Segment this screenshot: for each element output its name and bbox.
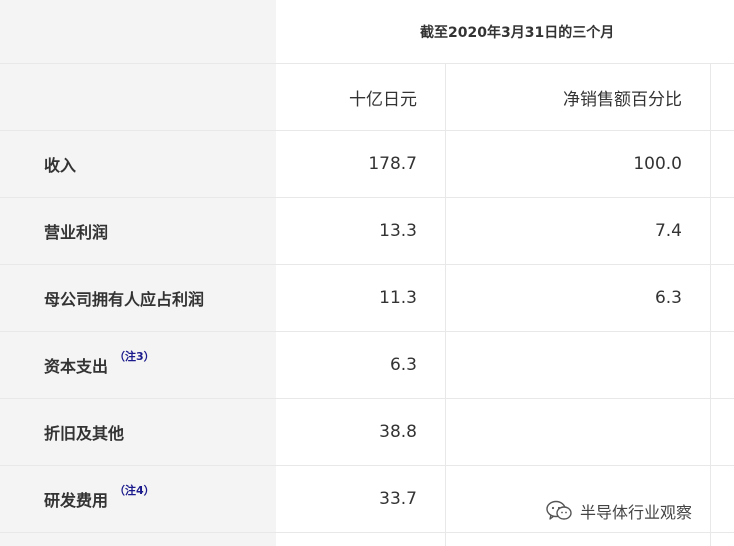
row-extra-cell (711, 131, 734, 197)
table-row: 母公司拥有人应占利润 11.3 6.3 (0, 265, 734, 332)
row-label-text: 研发费用 (44, 491, 109, 510)
row-pct-value (446, 332, 711, 398)
row-pct-value: 6.3 (446, 265, 711, 331)
financial-table: 截至2020年3月31日的三个月 十亿日元 净销售额百分比 收入 178.7 1… (0, 0, 734, 546)
footnote-link[interactable]: （注4） (114, 482, 155, 498)
table-header-units-row: 十亿日元 净销售额百分比 (0, 64, 734, 131)
row-pct-value: 100.0 (446, 131, 711, 197)
header-units-empty-cell (0, 64, 276, 130)
row-label: 收入 (0, 131, 276, 197)
row-extra-cell (711, 332, 734, 398)
row-yen-partial (276, 533, 446, 546)
footnote-link[interactable]: （注3） (114, 348, 155, 364)
table-row: 收入 178.7 100.0 (0, 131, 734, 198)
row-label: 营业利润 (0, 198, 276, 264)
row-label: 研发费用 （注4） (0, 466, 276, 532)
row-label-partial (0, 533, 276, 546)
row-yen-value: 11.3 (276, 265, 446, 331)
row-extra-cell (711, 198, 734, 264)
period-header: 截至2020年3月31日的三个月 (420, 25, 615, 41)
row-label-text: 资本支出 (44, 357, 109, 376)
table-row: 折旧及其他 38.8 (0, 399, 734, 466)
header-extra-cell (711, 64, 734, 130)
table-row: 资本支出 （注3） 6.3 (0, 332, 734, 399)
row-label-text: 收入 (44, 156, 77, 175)
table-row: 营业利润 13.3 7.4 (0, 198, 734, 265)
row-yen-value: 6.3 (276, 332, 446, 398)
row-yen-value: 38.8 (276, 399, 446, 465)
row-extra-cell (711, 399, 734, 465)
row-yen-value: 13.3 (276, 198, 446, 264)
watermark: 半导体行业观察 (546, 497, 692, 525)
row-label: 资本支出 （注3） (0, 332, 276, 398)
row-label-text: 营业利润 (44, 223, 109, 242)
row-label-text: 折旧及其他 (44, 424, 125, 443)
row-extra-cell (711, 265, 734, 331)
unit-pct-header: 净销售额百分比 (446, 64, 711, 130)
table-header-period-row: 截至2020年3月31日的三个月 (0, 0, 734, 64)
row-pct-value: 7.4 (446, 198, 711, 264)
row-extra-cell (711, 466, 734, 532)
row-yen-value: 178.7 (276, 131, 446, 197)
header-empty-cell (0, 0, 276, 63)
row-label: 折旧及其他 (0, 399, 276, 465)
watermark-text: 半导体行业观察 (580, 503, 693, 522)
row-yen-value: 33.7 (276, 466, 446, 532)
wechat-icon (546, 500, 572, 520)
row-label-text: 母公司拥有人应占利润 (44, 290, 205, 309)
unit-yen-header: 十亿日元 (276, 64, 446, 130)
row-pct-value (446, 399, 711, 465)
row-pct-partial (446, 533, 711, 546)
row-label: 母公司拥有人应占利润 (0, 265, 276, 331)
table-row-partial (0, 533, 734, 546)
